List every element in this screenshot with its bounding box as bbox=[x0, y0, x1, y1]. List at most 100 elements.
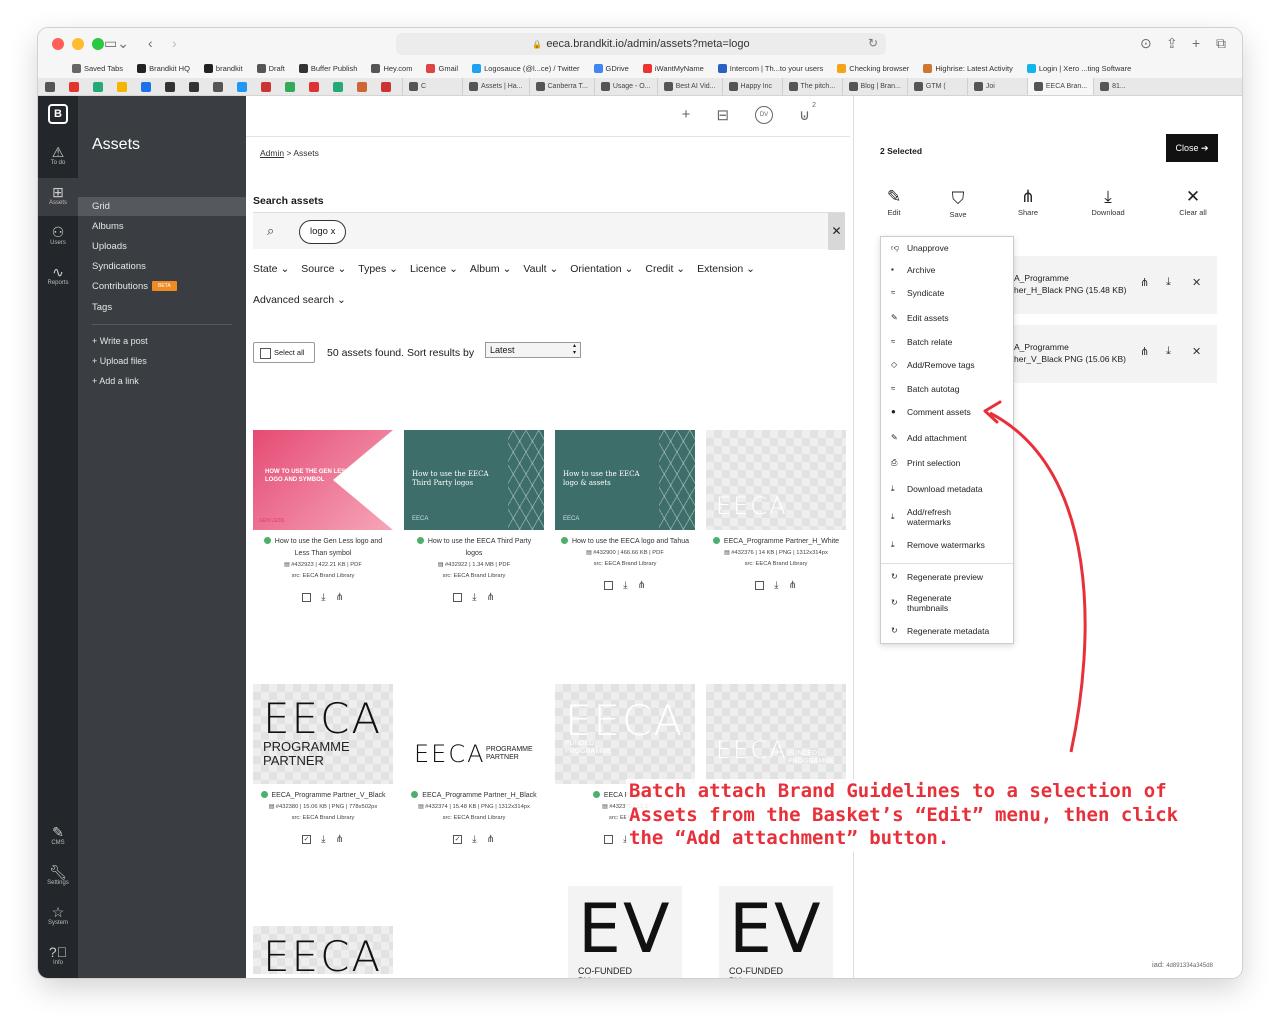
asset-card[interactable]: How to use the EECA Third Party logos EEC… bbox=[404, 430, 544, 603]
bookmark-item[interactable]: Logosauce (@l...ce) / Twitter bbox=[472, 63, 580, 73]
browser-tab[interactable]: C bbox=[402, 78, 462, 95]
write-post-link[interactable]: + Write a post bbox=[78, 332, 246, 351]
menu-item-add-refresh-watermarks[interactable]: ⤓ Add/refresh watermarks bbox=[881, 507, 981, 527]
select-checkbox[interactable] bbox=[755, 581, 765, 590]
bookmark-item[interactable]: Highrise: Latest Activity bbox=[923, 63, 1013, 73]
pinned-tab[interactable] bbox=[258, 80, 274, 94]
asset-thumbnail[interactable]: EECA bbox=[706, 430, 846, 530]
download-icon[interactable]: ⤓ bbox=[472, 592, 476, 603]
menu-item-regenerate-preview[interactable]: ↻ Regenerate preview bbox=[881, 572, 1015, 582]
asset-card[interactable]: EVCO-FUNDED BY bbox=[555, 886, 695, 978]
pinned-tab[interactable] bbox=[330, 80, 346, 94]
upload-files-link[interactable]: + Upload files bbox=[78, 352, 246, 371]
asset-card[interactable]: EECA PROGRAMME PARTNER EECA_Programme Part… bbox=[253, 684, 393, 845]
tab-overview-icon[interactable]: ⧉ bbox=[1216, 34, 1226, 52]
browser-tab[interactable]: Best AI Vid... bbox=[656, 78, 722, 95]
forward-icon[interactable]: › bbox=[172, 34, 177, 52]
browser-tab[interactable]: GTM ( bbox=[906, 78, 967, 95]
add-link-link[interactable]: + Add a link bbox=[78, 372, 246, 391]
menu-item-add-attachment[interactable]: ✎ Add attachment bbox=[881, 433, 1015, 443]
select-all-button[interactable]: Select all bbox=[253, 342, 315, 363]
pinned-tab[interactable] bbox=[282, 80, 298, 94]
pinned-tab[interactable] bbox=[186, 80, 202, 94]
asset-thumbnail[interactable]: EECA FUNDED PROGRAMME bbox=[706, 684, 846, 784]
select-checkbox[interactable]: ✓ bbox=[453, 835, 463, 844]
remove-icon[interactable]: ✕ bbox=[1192, 345, 1201, 358]
breadcrumb-admin[interactable]: Admin bbox=[260, 148, 284, 158]
bookmark-item[interactable]: brandkit bbox=[203, 63, 243, 73]
pinned-tab[interactable] bbox=[234, 80, 250, 94]
bookmark-item[interactable]: Intercom | Th...to your users bbox=[717, 63, 823, 73]
browser-tab[interactable]: Happy Inc bbox=[721, 78, 782, 95]
edit-action[interactable]: ✎ Edit bbox=[864, 186, 924, 217]
bookmark-item[interactable]: Gmail bbox=[426, 63, 458, 73]
menu-item-archive[interactable]: ▪ Archive bbox=[881, 265, 1015, 275]
reload-icon[interactable]: ↻ bbox=[868, 36, 878, 50]
sort-select[interactable]: Latest bbox=[485, 342, 581, 358]
close-button[interactable]: Close ➔ bbox=[1166, 134, 1218, 162]
download-action[interactable]: ⤓ Download bbox=[1078, 186, 1138, 217]
menu-item-add-remove-tags[interactable]: ◇ Add/Remove tags bbox=[881, 360, 1015, 370]
pinned-tab[interactable] bbox=[162, 80, 178, 94]
download-icon[interactable]: ⤓ bbox=[472, 834, 476, 845]
download-icon[interactable]: ⤓ bbox=[321, 592, 325, 603]
asset-thumbnail[interactable]: EVCO-FUNDED BY bbox=[568, 886, 682, 978]
share-icon[interactable]: ⋔ bbox=[487, 834, 495, 845]
bookmark-item[interactable]: Hey.com bbox=[371, 63, 412, 73]
bookmark-item[interactable]: Buffer Publish bbox=[298, 63, 357, 73]
archive-icon[interactable]: ⊟ bbox=[716, 106, 729, 124]
filter-state[interactable]: State ⌄ bbox=[253, 263, 289, 275]
pinned-tab[interactable] bbox=[138, 80, 154, 94]
clear-search-button[interactable]: ✕ bbox=[828, 213, 845, 250]
select-checkbox[interactable] bbox=[302, 593, 312, 602]
asset-card[interactable]: EECA FUNDED PROGRAMME bbox=[706, 684, 846, 784]
menu-item-batch-relate[interactable]: ≈ Batch relate bbox=[881, 337, 1015, 347]
pinned-tab[interactable] bbox=[90, 80, 106, 94]
new-tab-icon[interactable]: + bbox=[1192, 34, 1200, 52]
pinned-tab[interactable] bbox=[378, 80, 394, 94]
asset-thumbnail[interactable]: EECA FUNDED PROGRAMME bbox=[555, 684, 695, 784]
share-icon[interactable]: ⋔ bbox=[789, 580, 797, 591]
filter-credit[interactable]: Credit ⌄ bbox=[645, 263, 685, 275]
filter-types[interactable]: Types ⌄ bbox=[358, 263, 398, 275]
address-bar[interactable]: 🔒 eeca.brandkit.io/admin/assets?meta=log… bbox=[396, 33, 886, 55]
search-chip[interactable]: logo x bbox=[299, 220, 347, 244]
rail-reports[interactable]: ∿ Reports bbox=[38, 264, 78, 286]
browser-tab[interactable]: Assets | Ha... bbox=[462, 78, 529, 95]
zoom-window-button[interactable] bbox=[92, 38, 104, 50]
pinned-tab[interactable] bbox=[210, 80, 226, 94]
advanced-search-toggle[interactable]: Advanced search ⌄ bbox=[253, 294, 346, 306]
asset-thumbnail[interactable]: EECA PROGRAMME PARTNER bbox=[253, 684, 393, 784]
pinned-tab[interactable] bbox=[114, 80, 130, 94]
minimize-window-button[interactable] bbox=[72, 38, 84, 50]
share-icon[interactable]: ⋔ bbox=[638, 580, 646, 591]
search-input[interactable]: ⌕ logo x ✕ bbox=[253, 212, 845, 250]
menu-item-download-metadata[interactable]: ⤓ Download metadata bbox=[881, 484, 1015, 494]
select-checkbox[interactable] bbox=[604, 835, 614, 844]
share-icon[interactable]: ⋔ bbox=[1140, 345, 1149, 358]
bookmark-item[interactable]: Login | Xero ...ting Software bbox=[1026, 63, 1131, 73]
sidenav-item-syndications[interactable]: Syndications bbox=[78, 257, 246, 276]
share-icon[interactable]: ⋔ bbox=[1140, 276, 1149, 289]
rail-todo[interactable]: ⚠ To do bbox=[38, 144, 78, 166]
asset-card[interactable]: HOW TO USE THE GEN LESS LOGO AND SYMBOL G… bbox=[253, 430, 393, 603]
filter-vault[interactable]: Vault ⌄ bbox=[523, 263, 558, 275]
filter-album[interactable]: Album ⌄ bbox=[470, 263, 511, 275]
rail-system[interactable]: ☆ System bbox=[38, 904, 78, 926]
share-icon[interactable]: ⋔ bbox=[336, 834, 344, 845]
browser-tab[interactable]: Usage - O... bbox=[593, 78, 657, 95]
sidebar-toggle-icon[interactable]: ▭⌄ bbox=[104, 34, 129, 52]
rail-settings[interactable]: 🔧︎ Settings bbox=[38, 864, 78, 886]
asset-card[interactable]: EVCO-FUNDED BY bbox=[706, 886, 846, 978]
download-icon[interactable]: ⤓ bbox=[774, 580, 778, 591]
basket-icon[interactable]: ⊍ 2 bbox=[799, 102, 816, 124]
brandkit-logo[interactable]: B bbox=[48, 104, 68, 124]
share-icon[interactable]: ⋔ bbox=[336, 592, 344, 603]
download-icon[interactable]: ⊙ bbox=[1140, 34, 1152, 52]
menu-item-regenerate-thumbnails[interactable]: ↻ Regenerate thumbnails bbox=[881, 593, 981, 613]
clear-all-action[interactable]: ✕ Clear all bbox=[1163, 186, 1223, 217]
rail-assets[interactable]: ⊞ Assets bbox=[38, 178, 78, 216]
bookmark-item[interactable]: Brandkit HQ bbox=[137, 63, 190, 73]
bookmark-item[interactable]: Saved Tabs bbox=[72, 63, 123, 73]
pinned-tab[interactable] bbox=[66, 80, 82, 94]
